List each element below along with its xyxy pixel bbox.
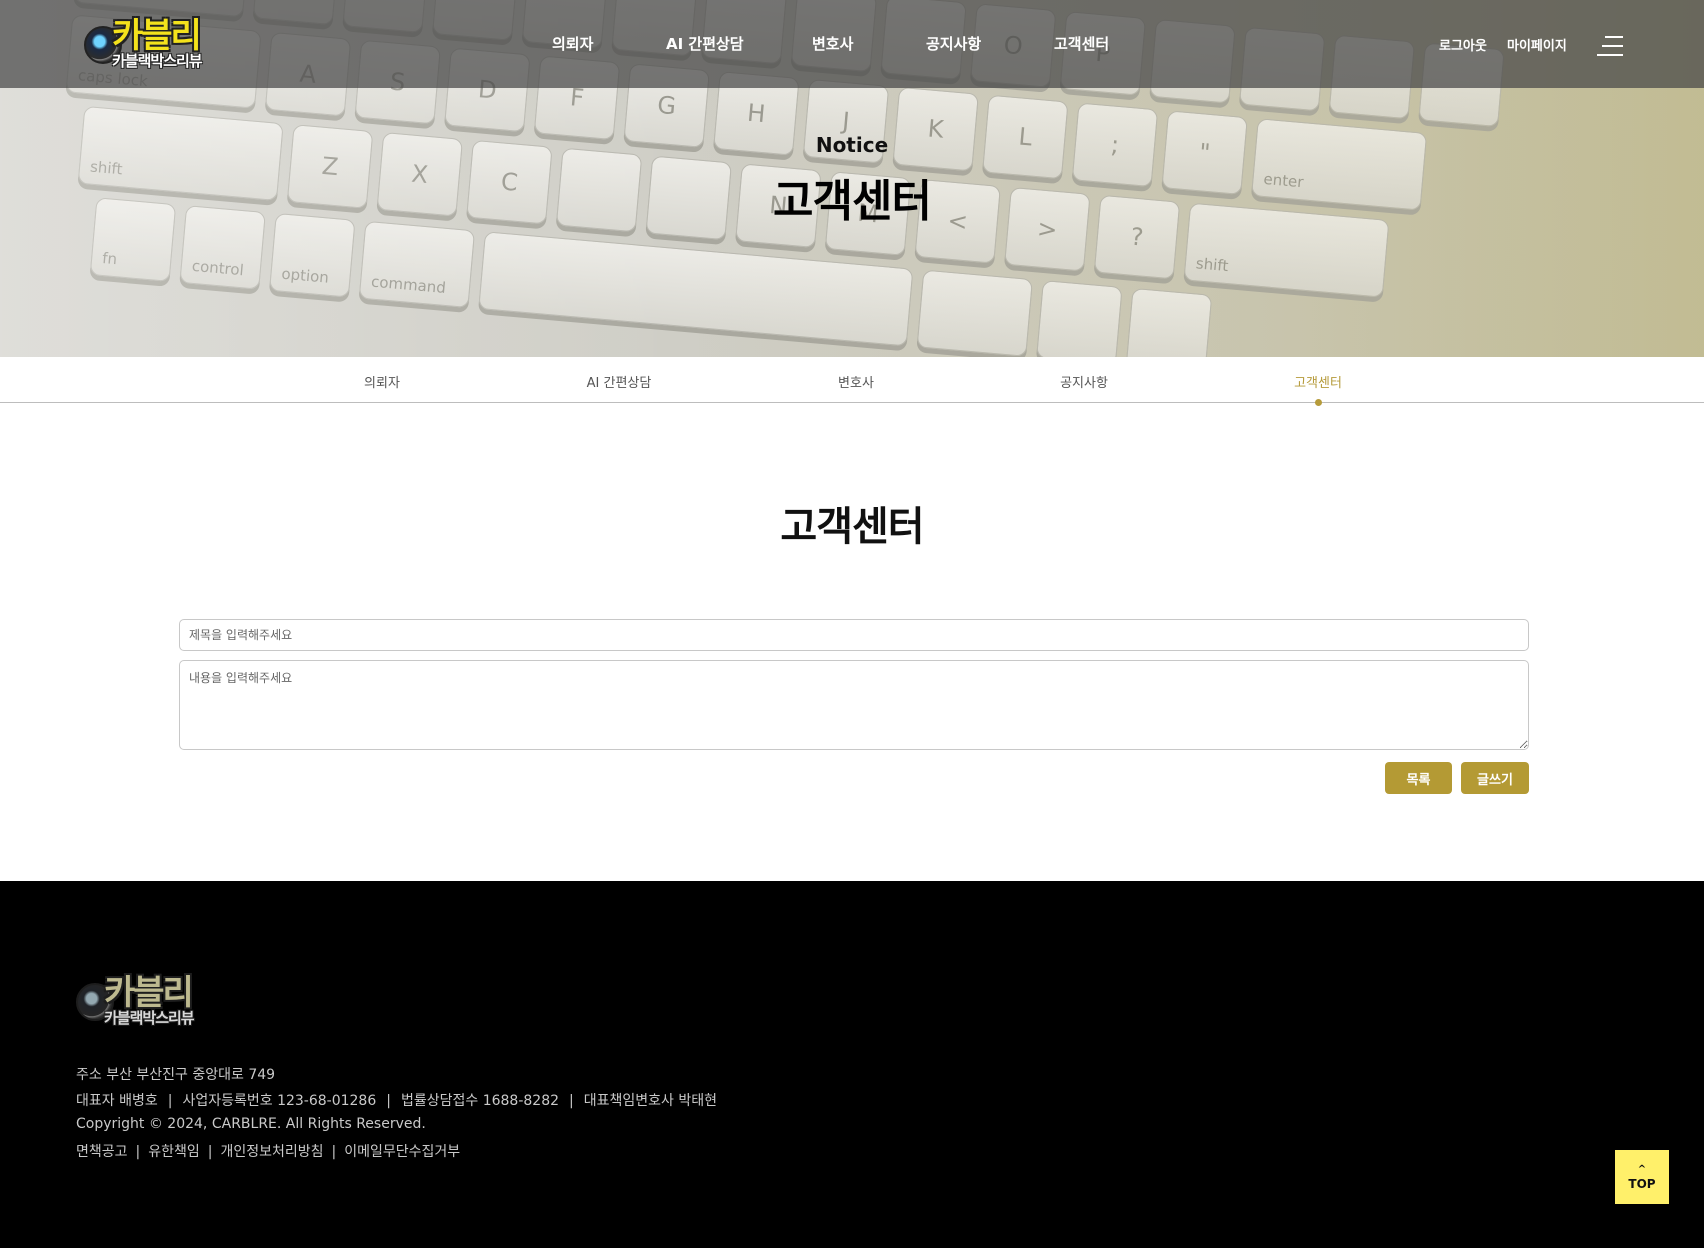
list-button[interactable]: 목록 bbox=[1385, 762, 1452, 794]
active-tab-indicator bbox=[1315, 399, 1322, 406]
footer-biz-no: 사업자등록번호 123-68-01286 bbox=[182, 1093, 377, 1109]
hero-banner: O P caps lock A S D F G H J K L ; " ente… bbox=[0, 0, 1704, 357]
page-title: 고객센터 bbox=[780, 504, 924, 550]
tab-customer-center[interactable]: 고객센터 bbox=[1294, 372, 1342, 391]
nav-lawyer[interactable]: 변호사 bbox=[812, 33, 853, 54]
scroll-to-top-button[interactable]: ^ TOP bbox=[1615, 1150, 1669, 1204]
caret-up-icon: ^ bbox=[1637, 1163, 1647, 1175]
hero-english-title: Notice bbox=[815, 133, 889, 157]
top-navigation-bar: 카블리 카블랙박스리뷰 의뢰자 AI 간편상담 변호사 공지사항 고객센터 로그… bbox=[0, 0, 1704, 88]
footer-links: 면책공고 | 유한책임 | 개인정보처리방침 | 이메일무단수집거부 bbox=[76, 1144, 461, 1160]
top-label: TOP bbox=[1628, 1176, 1656, 1191]
mypage-link[interactable]: 마이페이지 bbox=[1507, 35, 1567, 54]
sub-navigation: 의뢰자 AI 간편상담 변호사 공지사항 고객센터 bbox=[0, 357, 1704, 403]
tab-ai-consult[interactable]: AI 간편상담 bbox=[587, 372, 652, 391]
tab-lawyer[interactable]: 변호사 bbox=[838, 372, 874, 391]
footer-logo: 카블리 카블랙박스리뷰 bbox=[76, 969, 216, 1031]
tab-client[interactable]: 의뢰자 bbox=[364, 372, 400, 391]
footer-link-privacy-policy[interactable]: 개인정보처리방침 bbox=[221, 1144, 324, 1160]
footer-link-disclaimer[interactable]: 면책공고 bbox=[76, 1144, 128, 1160]
footer-link-limited-liability[interactable]: 유한책임 bbox=[148, 1144, 200, 1160]
hamburger-icon[interactable] bbox=[1597, 36, 1623, 56]
site-footer: 카블리 카블랙박스리뷰 주소 부산 부산진구 중앙대로 749 대표자 배병호 |… bbox=[0, 881, 1704, 1248]
nav-ai-consult[interactable]: AI 간편상담 bbox=[666, 33, 744, 54]
tab-notice[interactable]: 공지사항 bbox=[1060, 372, 1108, 391]
write-button[interactable]: 글쓰기 bbox=[1461, 762, 1529, 794]
nav-client[interactable]: 의뢰자 bbox=[552, 33, 593, 54]
title-input[interactable] bbox=[179, 619, 1529, 651]
hero-korean-title: 고객센터 bbox=[773, 176, 932, 227]
site-logo[interactable]: 카블리 카블랙박스리뷰 bbox=[84, 12, 220, 72]
footer-address: 주소 부산 부산진구 중앙대로 749 bbox=[76, 1067, 276, 1083]
content-textarea[interactable] bbox=[179, 660, 1529, 750]
footer-copyright: Copyright © 2024, CARBLRE. All Rights Re… bbox=[76, 1116, 426, 1132]
footer-company-info: 대표자 배병호 | 사업자등록번호 123-68-01286 | 법률상담접수 1688… bbox=[76, 1093, 717, 1109]
logout-link[interactable]: 로그아웃 bbox=[1439, 35, 1487, 54]
footer-lawyer: 대표책임변호사 박태현 bbox=[583, 1093, 717, 1109]
footer-link-email-policy[interactable]: 이메일무단수집거부 bbox=[344, 1144, 460, 1160]
nav-customer-center[interactable]: 고객센터 bbox=[1054, 33, 1109, 54]
footer-ceo: 대표자 배병호 bbox=[76, 1093, 158, 1109]
nav-notice[interactable]: 공지사항 bbox=[926, 33, 981, 54]
footer-legal-phone: 법률상담접수 1688-8282 bbox=[400, 1093, 560, 1109]
